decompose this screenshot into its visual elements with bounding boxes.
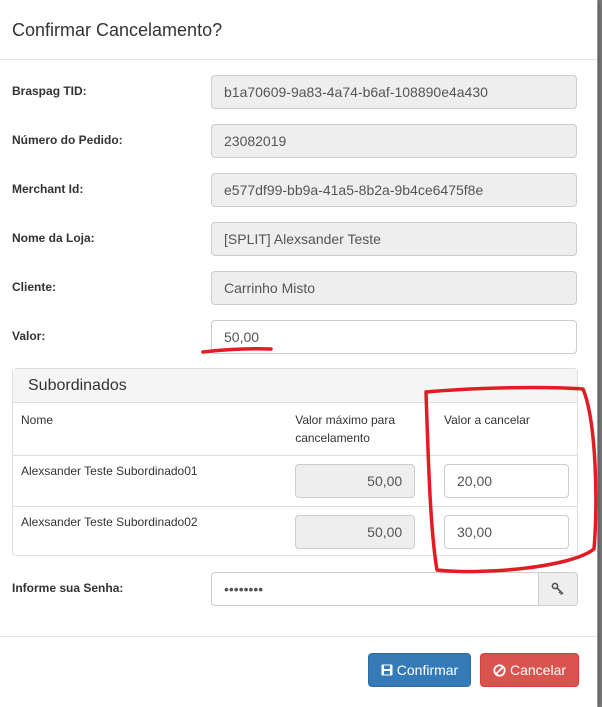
password-input[interactable]: •••••••• xyxy=(211,572,539,606)
password-row: Informe sua Senha: •••••••• xyxy=(12,572,578,606)
subordinados-title: Subordinados xyxy=(13,369,577,403)
max-amount-field: 50,00 xyxy=(295,515,416,549)
key-icon xyxy=(551,582,564,595)
braspag-tid-label: Braspag TID: xyxy=(12,84,87,98)
amount-row: Valor: 50,00 xyxy=(12,320,578,354)
confirm-label: Confirmar xyxy=(396,662,459,678)
show-password-button[interactable] xyxy=(538,572,578,606)
max-amount-field: 50,00 xyxy=(295,464,416,498)
cancel-confirmation-modal: Confirmar Cancelamento? Braspag TID: b1a… xyxy=(0,0,598,707)
save-icon xyxy=(381,664,393,676)
merchant-id-row: Merchant Id: e577df99-bb9a-41a5-8b2a-9b4… xyxy=(12,173,578,207)
order-number-field: 23082019 xyxy=(211,124,577,158)
amount-input[interactable]: 50,00 xyxy=(211,320,577,354)
modal-title: Confirmar Cancelamento? xyxy=(12,20,223,40)
table-row: Alexsander Teste Subordinado02 50,00 30,… xyxy=(13,506,577,557)
column-header-valor-cancelar: Valor a cancelar xyxy=(444,413,530,427)
column-header-nome: Nome xyxy=(21,413,54,427)
merchant-id-field: e577df99-bb9a-41a5-8b2a-9b4ce6475f8e xyxy=(211,173,577,207)
modal-footer: Confirmar Cancelar xyxy=(0,636,597,707)
order-number-label: Número do Pedido: xyxy=(12,133,123,147)
cancel-button[interactable]: Cancelar xyxy=(480,653,579,687)
braspag-tid-row: Braspag TID: b1a70609-9a83-4a74-b6af-108… xyxy=(12,75,578,109)
cancel-amount-input[interactable]: 30,00 xyxy=(444,515,569,549)
merchant-id-label: Merchant Id: xyxy=(12,182,84,196)
store-name-row: Nome da Loja: [SPLIT] Alexsander Teste xyxy=(12,222,578,256)
amount-label: Valor: xyxy=(12,329,46,343)
store-name-field: [SPLIT] Alexsander Teste xyxy=(211,222,577,256)
password-label: Informe sua Senha: xyxy=(12,581,124,595)
confirm-button[interactable]: Confirmar xyxy=(368,653,471,687)
client-field: Carrinho Misto xyxy=(211,271,577,305)
subordinado-name: Alexsander Teste Subordinado01 xyxy=(13,455,288,507)
client-row: Cliente: Carrinho Misto xyxy=(12,271,578,305)
client-label: Cliente: xyxy=(12,280,57,294)
subordinados-table: Nome Valor máximo para cancelamento Valo… xyxy=(13,403,577,557)
braspag-tid-field: b1a70609-9a83-4a74-b6af-108890e4a430 xyxy=(211,75,577,109)
cancel-amount-input[interactable]: 20,00 xyxy=(444,464,569,498)
table-row: Alexsander Teste Subordinado01 50,00 20,… xyxy=(13,455,577,507)
column-header-valor-maximo: Valor máximo para cancelamento xyxy=(295,413,396,445)
store-name-label: Nome da Loja: xyxy=(12,231,95,245)
cancel-circle-icon xyxy=(493,663,506,677)
subordinados-panel: Subordinados Nome Valor máximo para canc… xyxy=(12,368,578,557)
order-number-row: Número do Pedido: 23082019 xyxy=(12,124,578,158)
cancel-label: Cancelar xyxy=(509,662,567,678)
subordinado-name: Alexsander Teste Subordinado02 xyxy=(13,506,288,557)
modal-header: Confirmar Cancelamento? xyxy=(0,0,597,60)
